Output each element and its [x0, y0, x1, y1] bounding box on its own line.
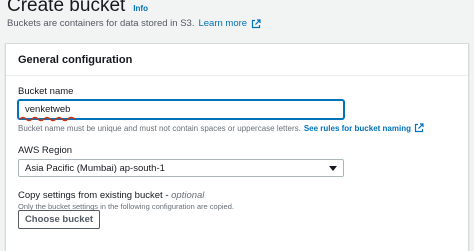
- learn-more-link[interactable]: Learn more: [198, 18, 247, 29]
- page-subtitle: Buckets are containers for data stored i…: [7, 18, 261, 29]
- subtitle-text: Buckets are containers for data stored i…: [7, 18, 195, 29]
- general-configuration-panel: General configuration Bucket name Bucket…: [5, 43, 469, 251]
- info-link[interactable]: Info: [133, 4, 148, 13]
- choose-bucket-button[interactable]: Choose bucket: [18, 210, 100, 229]
- copy-settings-label-text: Copy settings from existing bucket -: [18, 190, 169, 201]
- spellcheck-underline: [20, 116, 75, 122]
- bucket-naming-rules-link[interactable]: See rules for bucket naming: [304, 124, 411, 133]
- copy-settings-label: Copy settings from existing bucket - opt…: [18, 190, 204, 201]
- external-link-icon[interactable]: [251, 18, 261, 29]
- title-row: Create bucket Info: [7, 0, 148, 17]
- optional-label: optional: [171, 190, 205, 201]
- dropdown-caret-icon: [329, 165, 337, 171]
- aws-region-select[interactable]: Asia Pacific (Mumbai) ap-south-1: [18, 159, 344, 177]
- page-header: Create bucket Info: [7, 0, 148, 17]
- bucket-name-hint-text: Bucket name must be unique and must not …: [18, 123, 301, 133]
- bucket-name-hint: Bucket name must be unique and must not …: [18, 123, 424, 133]
- panel-header: General configuration: [6, 44, 468, 76]
- external-link-icon[interactable]: [414, 123, 424, 133]
- aws-region-value: Asia Pacific (Mumbai) ap-south-1: [25, 162, 165, 174]
- page-title: Create bucket: [7, 0, 126, 16]
- aws-region-label: AWS Region: [18, 145, 73, 156]
- panel-title: General configuration: [18, 53, 133, 66]
- bucket-name-label: Bucket name: [18, 86, 74, 97]
